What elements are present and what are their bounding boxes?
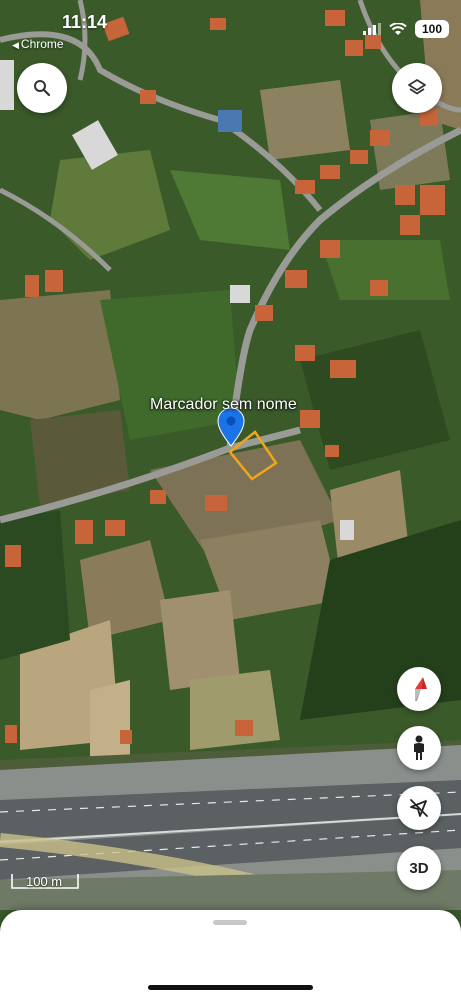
search-button[interactable] xyxy=(17,63,67,113)
pegman-icon xyxy=(414,735,424,760)
status-icons: 100 xyxy=(363,20,449,38)
compass-icon xyxy=(415,677,427,701)
back-to-app-link[interactable]: ◀ Chrome xyxy=(12,37,64,51)
scale-label: 100 m xyxy=(26,874,63,889)
search-icon xyxy=(34,80,51,97)
status-bar: 11:14 ◀ Chrome 100 xyxy=(0,0,461,58)
bottom-sheet[interactable] xyxy=(0,910,461,999)
home-indicator xyxy=(148,985,313,990)
layers-icon xyxy=(408,79,426,95)
back-arrow-icon: ◀ xyxy=(12,40,19,50)
battery-indicator: 100 xyxy=(415,20,449,38)
sheet-grabber[interactable] xyxy=(213,920,247,925)
location-off-icon xyxy=(410,799,428,817)
3d-label: 3D xyxy=(409,859,429,877)
satellite-map[interactable] xyxy=(0,0,461,999)
street-view-button[interactable] xyxy=(397,726,441,770)
marker-label[interactable]: Marcador sem nome xyxy=(150,396,297,414)
status-time: 11:14 xyxy=(62,12,108,32)
wifi-icon xyxy=(389,22,407,35)
back-app-label: Chrome xyxy=(20,37,64,51)
3d-button[interactable]: 3D xyxy=(397,846,441,890)
location-button[interactable] xyxy=(397,786,441,830)
signal-icon xyxy=(363,23,381,35)
compass-button[interactable] xyxy=(397,667,441,711)
layers-button[interactable] xyxy=(392,63,442,113)
